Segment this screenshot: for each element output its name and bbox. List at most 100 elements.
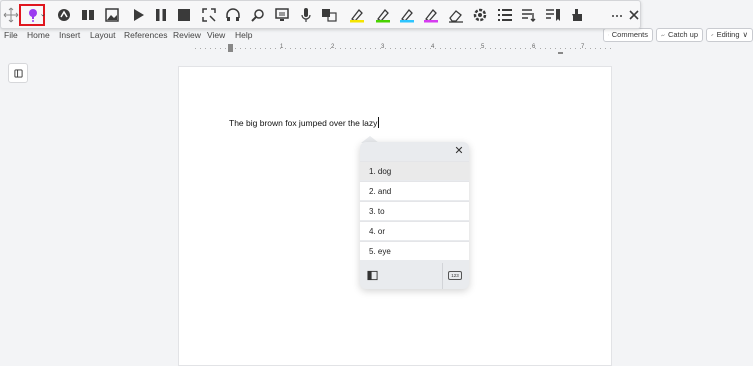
- document-text[interactable]: The big brown fox jumped over the lazy: [229, 117, 380, 129]
- highlighter-blue-icon[interactable]: [399, 7, 415, 23]
- pencil-icon: [711, 33, 714, 36]
- ruler-tick: [470, 48, 471, 49]
- book-icon[interactable]: [80, 7, 96, 23]
- ruler-tick: [345, 48, 346, 49]
- ruler-tick: [410, 48, 411, 49]
- ruler-tick: [425, 48, 426, 49]
- ruler-tick: [590, 48, 591, 49]
- highlighter-purple-icon[interactable]: [423, 7, 439, 23]
- ruler-tick: [600, 48, 601, 49]
- ruler-tick: [445, 48, 446, 49]
- chevron-down-icon[interactable]: [39, 7, 47, 23]
- ruler-tick: [210, 48, 211, 49]
- highlighter-yellow-icon[interactable]: [349, 7, 365, 23]
- menu-file[interactable]: File: [4, 29, 18, 41]
- ruler-number: 6: [532, 44, 536, 50]
- ruler-tick: [475, 48, 476, 49]
- ruler-tick: [540, 48, 541, 49]
- hand-icon[interactable]: [569, 7, 585, 23]
- suggestion-item[interactable]: 4. or: [360, 221, 469, 240]
- ruler-tick: [460, 48, 461, 49]
- screenshot-icon[interactable]: [201, 7, 217, 23]
- ruler-tick: [495, 48, 496, 49]
- ruler-tick: [290, 48, 291, 49]
- ruler-tick: [415, 48, 416, 49]
- suggestion-item[interactable]: 1. dog: [360, 161, 469, 180]
- ruler-number: 7: [581, 44, 585, 50]
- catchup-button[interactable]: Catch up: [656, 28, 703, 42]
- move-handle-icon: [3, 7, 19, 23]
- ruler-tick: [255, 48, 256, 49]
- ruler-number: 2: [331, 44, 335, 50]
- ruler-tick: [555, 48, 556, 49]
- navigation-pane-button[interactable]: [8, 63, 28, 83]
- ruler-tick: [440, 48, 441, 49]
- ruler-tick: [465, 48, 466, 49]
- menu-references[interactable]: References: [124, 29, 167, 41]
- ruler-tick: [455, 48, 456, 49]
- word-count-icon[interactable]: [521, 7, 537, 23]
- menu-insert[interactable]: Insert: [59, 29, 80, 41]
- footer-divider: [442, 263, 443, 289]
- menu-review[interactable]: Review: [173, 29, 201, 41]
- ruler-tick: [200, 48, 201, 49]
- more-icon[interactable]: [609, 7, 625, 23]
- menu-home[interactable]: Home: [27, 29, 50, 41]
- microphone-icon[interactable]: [298, 7, 314, 23]
- ruler-tick: [220, 48, 221, 49]
- ruler-tick: [575, 48, 576, 49]
- headphones-icon[interactable]: [225, 7, 241, 23]
- immersive-reader-icon[interactable]: [56, 7, 72, 23]
- ruler-tick: [365, 48, 366, 49]
- suggestion-item[interactable]: 3. to: [360, 201, 469, 220]
- menu-layout[interactable]: Layout: [90, 29, 116, 41]
- screen-icon[interactable]: [274, 7, 290, 23]
- panel-icon: [13, 68, 23, 78]
- pause-icon[interactable]: [153, 7, 169, 23]
- left-indent-marker[interactable]: [228, 44, 233, 52]
- comments-button[interactable]: Comments: [603, 28, 653, 42]
- ruler-tick: [215, 48, 216, 49]
- settings-icon[interactable]: [472, 7, 488, 23]
- ink-icon[interactable]: [250, 7, 266, 23]
- suggestion-item[interactable]: 2. and: [360, 181, 469, 200]
- ruler-tick: [350, 48, 351, 49]
- right-indent-marker[interactable]: [558, 46, 563, 54]
- eraser-icon[interactable]: [448, 7, 464, 23]
- bookmark-icon[interactable]: [545, 7, 561, 23]
- ruler-tick: [565, 48, 566, 49]
- ruler-tick: [570, 48, 571, 49]
- ruler-tick: [525, 48, 526, 49]
- ruler-tick: [240, 48, 241, 49]
- ruler-number: 3: [381, 44, 385, 50]
- menu-help[interactable]: Help: [235, 29, 252, 41]
- ruler-tick: [310, 48, 311, 49]
- ruler-tick: [550, 48, 551, 49]
- highlighter-green-icon[interactable]: [375, 7, 391, 23]
- ruler-tick: [250, 48, 251, 49]
- stop-icon[interactable]: [176, 7, 192, 23]
- ruler-tick: [505, 48, 506, 49]
- ruler-tick: [450, 48, 451, 49]
- play-icon[interactable]: [130, 7, 146, 23]
- ruler-tick: [400, 48, 401, 49]
- number-badge-button[interactable]: 123: [448, 271, 462, 280]
- ruler-tick: [340, 48, 341, 49]
- ruler-tick: [320, 48, 321, 49]
- menu-view[interactable]: View: [207, 29, 225, 41]
- ruler-tick: [245, 48, 246, 49]
- close-icon[interactable]: [626, 7, 642, 23]
- dictionary-icon[interactable]: [367, 270, 378, 281]
- ruler-tick: [315, 48, 316, 49]
- translate-icon[interactable]: [321, 7, 337, 23]
- editing-button[interactable]: Editing ∨: [706, 28, 753, 42]
- picture-icon[interactable]: [104, 7, 120, 23]
- list-icon[interactable]: [497, 7, 513, 23]
- ruler-number: 1: [280, 44, 284, 50]
- ruler-tick: [605, 48, 606, 49]
- ruler-tick: [325, 48, 326, 49]
- ruler-tick: [490, 48, 491, 49]
- comment-icon: [608, 34, 609, 36]
- close-icon[interactable]: ✕: [453, 145, 465, 157]
- suggestion-item[interactable]: 5. eye: [360, 241, 469, 260]
